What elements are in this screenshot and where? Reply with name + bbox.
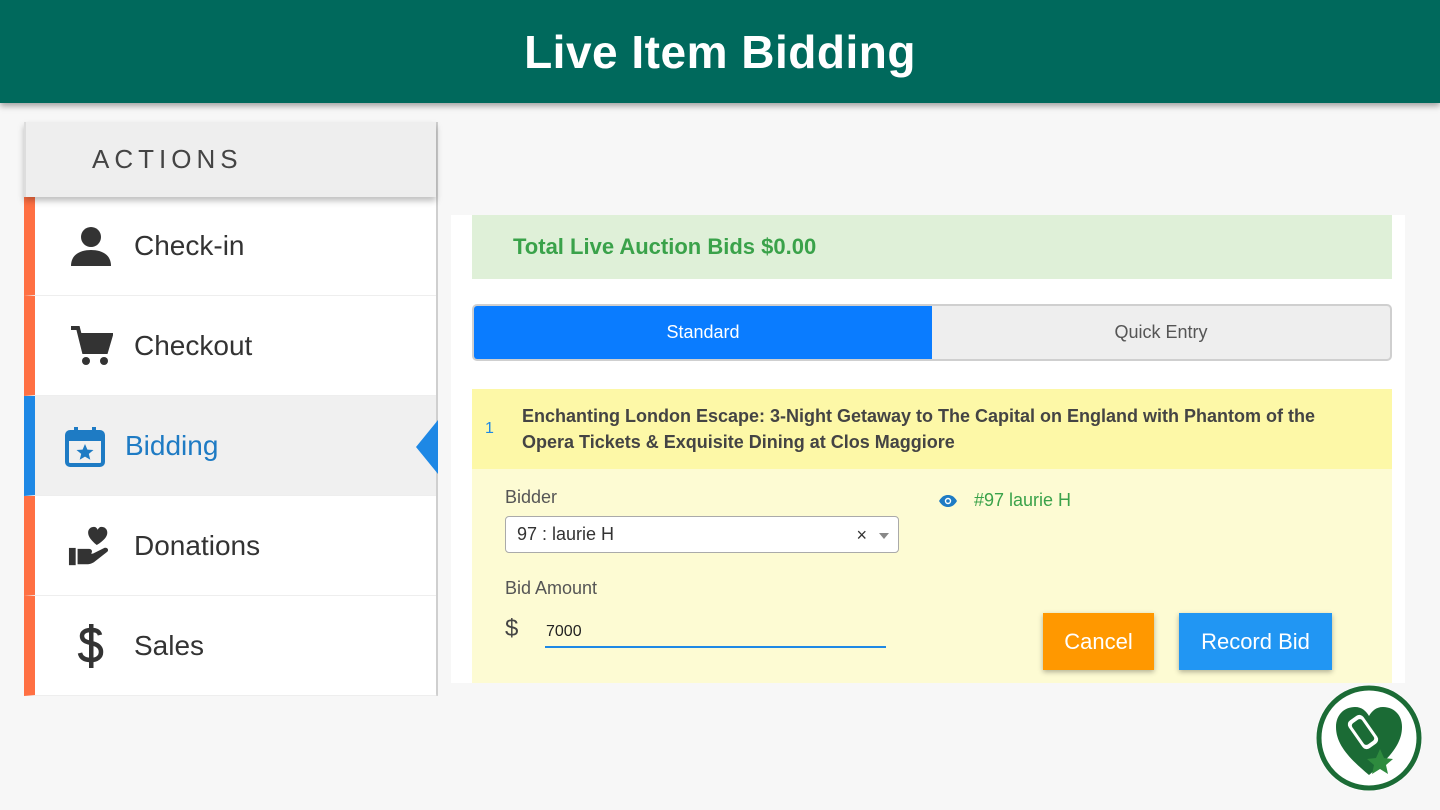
sidebar-item-label: Bidding [125, 429, 219, 461]
auction-item-header: 1 Enchanting London Escape: 3-Night Geta… [472, 389, 1392, 469]
bidder-info: #97 laurie H [938, 490, 1071, 511]
bidder-info-text: #97 laurie H [974, 490, 1072, 510]
brand-logo [1314, 683, 1424, 793]
dollar-icon [68, 623, 114, 669]
bid-amount-label: Bid Amount [505, 578, 598, 598]
currency-symbol: $ [505, 615, 519, 642]
cancel-button[interactable]: Cancel [1043, 613, 1154, 670]
sidebar-heading: ACTIONS [24, 122, 436, 197]
sidebar-item-check-in[interactable]: Check-in [24, 197, 436, 296]
tab-standard[interactable]: Standard [474, 306, 932, 359]
sidebar-item-label: Donations [134, 529, 261, 561]
active-indicator [416, 420, 438, 474]
sidebar-item-bidding[interactable]: Bidding [24, 396, 438, 496]
tab-quick-entry[interactable]: Quick Entry [932, 306, 1390, 359]
sidebar-item-label: Sales [134, 629, 205, 661]
top-banner: Live Item Bidding [0, 0, 1440, 103]
sidebar-item-label: Checkout [134, 329, 253, 361]
sidebar-item-label: Check-in [134, 230, 245, 261]
cart-icon [68, 323, 114, 369]
actions-sidebar: ACTIONS Check-in Checkout Bidding Donati… [24, 122, 438, 696]
chevron-down-icon[interactable] [879, 533, 889, 539]
sidebar-item-sales[interactable]: Sales [24, 596, 436, 696]
total-bids-banner: Total Live Auction Bids $0.00 [472, 215, 1392, 279]
record-bid-button[interactable]: Record Bid [1179, 613, 1332, 670]
item-title: Enchanting London Escape: 3-Night Getawa… [522, 406, 1316, 452]
bidder-select-value: 97 : laurie H [517, 524, 615, 544]
bid-amount-input[interactable] [545, 617, 886, 648]
entry-mode-toggle: Standard Quick Entry [472, 304, 1392, 361]
bidder-label: Bidder [505, 487, 558, 507]
person-icon [68, 223, 114, 269]
hand-heart-icon [68, 523, 114, 569]
page-title: Live Item Bidding [524, 25, 916, 78]
clear-icon[interactable]: × [856, 525, 867, 546]
bidding-panel: Total Live Auction Bids $0.00 Standard Q… [451, 215, 1405, 683]
bidder-select[interactable]: 97 : laurie H × [505, 516, 899, 553]
item-number: 1 [485, 420, 494, 437]
eye-icon[interactable] [938, 494, 958, 508]
calendar-star-icon [62, 423, 108, 469]
total-bids-text: Total Live Auction Bids $0.00 [513, 234, 817, 259]
sidebar-item-checkout[interactable]: Checkout [24, 296, 436, 396]
auction-item-card: 1 Enchanting London Escape: 3-Night Geta… [472, 389, 1392, 683]
sidebar-heading-label: ACTIONS [92, 144, 243, 174]
sidebar-item-donations[interactable]: Donations [24, 496, 436, 596]
